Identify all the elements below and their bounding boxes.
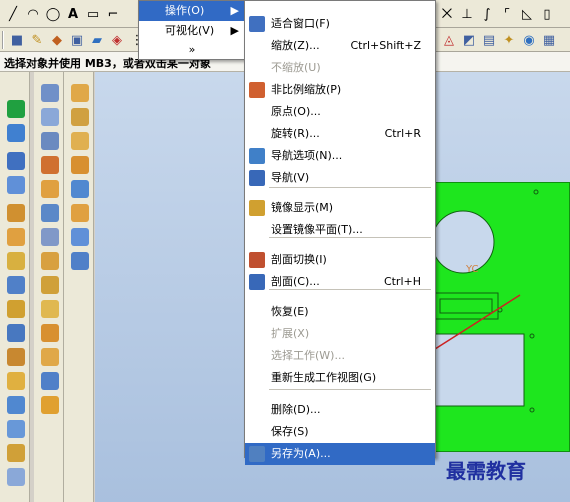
- main-dropdown: 操作(O) ▶ 可视化(V) ▶ »: [138, 0, 246, 60]
- menu-separator: [269, 289, 431, 290]
- fit-window-icon: [249, 16, 265, 32]
- mirror-display-icon: [249, 200, 265, 216]
- submenu-item-label: 剖面切换(I): [271, 253, 327, 266]
- axis-label: YC: [466, 264, 479, 275]
- submenu-item-label: 适合窗口(F): [271, 17, 330, 30]
- submenu-item-12[interactable]: 恢复(E): [245, 301, 435, 323]
- submenu-item-label: 镜像显示(M): [271, 201, 334, 214]
- submenu-item-18[interactable]: 另存为(A)...: [245, 443, 435, 465]
- submenu-item-17[interactable]: 保存(S): [245, 421, 435, 443]
- menu-more-button[interactable]: »: [139, 41, 245, 59]
- submenu-item-16[interactable]: 删除(D)...: [245, 399, 435, 421]
- save-as-icon: [249, 446, 265, 462]
- submenu-item-3[interactable]: 非比例缩放(P): [245, 79, 435, 101]
- submenu-arrow-icon: ▶: [230, 24, 239, 37]
- submenu-item-6[interactable]: 导航选项(N)...: [245, 145, 435, 167]
- menu-separator: [269, 187, 431, 188]
- submenu-arrow-icon: ▶: [230, 4, 239, 17]
- submenu-item-shortcut: Ctrl+R: [384, 127, 421, 140]
- submenu-item-label: 选择工作(W)...: [271, 349, 345, 362]
- nonuniform-scale-icon: [249, 82, 265, 98]
- submenu-item-label: 删除(D)...: [271, 403, 321, 416]
- submenu-item-label: 旋转(R)...: [271, 127, 320, 140]
- submenu-item-label: 缩放(Z)...: [271, 39, 320, 52]
- submenu-item-14: 选择工作(W)...: [245, 345, 435, 367]
- submenu-item-label: 恢复(E): [271, 305, 309, 318]
- submenu-item-label: 另存为(A)...: [271, 447, 331, 460]
- menu-separator: [269, 237, 431, 238]
- submenu-item-8[interactable]: 镜像显示(M): [245, 197, 435, 219]
- submenu-item-label: 保存(S): [271, 425, 309, 438]
- submenu-item-label: 不缩放(U): [271, 61, 321, 74]
- part-hole: [431, 210, 495, 274]
- part-point: [529, 333, 535, 339]
- submenu-item-label: 非比例缩放(P): [271, 83, 342, 96]
- menu-separator: [269, 389, 431, 390]
- submenu-item-5[interactable]: 旋转(R)... Ctrl+R: [245, 123, 435, 145]
- operation-submenu: 适合窗口(F) 缩放(Z)... Ctrl+Shift+Z 不缩放(U) 非比例缩放(P…: [244, 0, 436, 465]
- navigation-options-icon: [249, 148, 265, 164]
- submenu-item-label: 扩展(X): [271, 327, 310, 340]
- watermark: 最需教育: [446, 459, 526, 483]
- menu-item-visualization[interactable]: 可视化(V) ▶: [139, 21, 245, 41]
- submenu-item-1[interactable]: 缩放(Z)... Ctrl+Shift+Z: [245, 35, 435, 57]
- submenu-item-label: 原点(O)...: [271, 105, 321, 118]
- submenu-item-10[interactable]: 剖面切换(I): [245, 249, 435, 271]
- part-slot-inner: [439, 298, 493, 314]
- submenu-item-7[interactable]: 导航(V): [245, 167, 435, 189]
- menu-item-operation[interactable]: 操作(O) ▶: [139, 1, 245, 21]
- submenu-item-15[interactable]: 重新生成工作视图(G): [245, 367, 435, 389]
- part-point: [529, 407, 535, 413]
- submenu-item-4[interactable]: 原点(O)...: [245, 101, 435, 123]
- part-point: [533, 189, 539, 195]
- submenu-item-label: 重新生成工作视图(G): [271, 371, 377, 384]
- submenu-item-0[interactable]: 适合窗口(F): [245, 13, 435, 35]
- section-icon: [249, 274, 265, 290]
- submenu-item-label: 导航选项(N)...: [271, 149, 343, 162]
- submenu-item-label: 导航(V): [271, 171, 310, 184]
- section-toggle-icon: [249, 252, 265, 268]
- submenu-item-2: 不缩放(U): [245, 57, 435, 79]
- submenu-item-13: 扩展(X): [245, 323, 435, 345]
- navigate-icon: [249, 170, 265, 186]
- submenu-item-shortcut: Ctrl+Shift+Z: [350, 39, 421, 52]
